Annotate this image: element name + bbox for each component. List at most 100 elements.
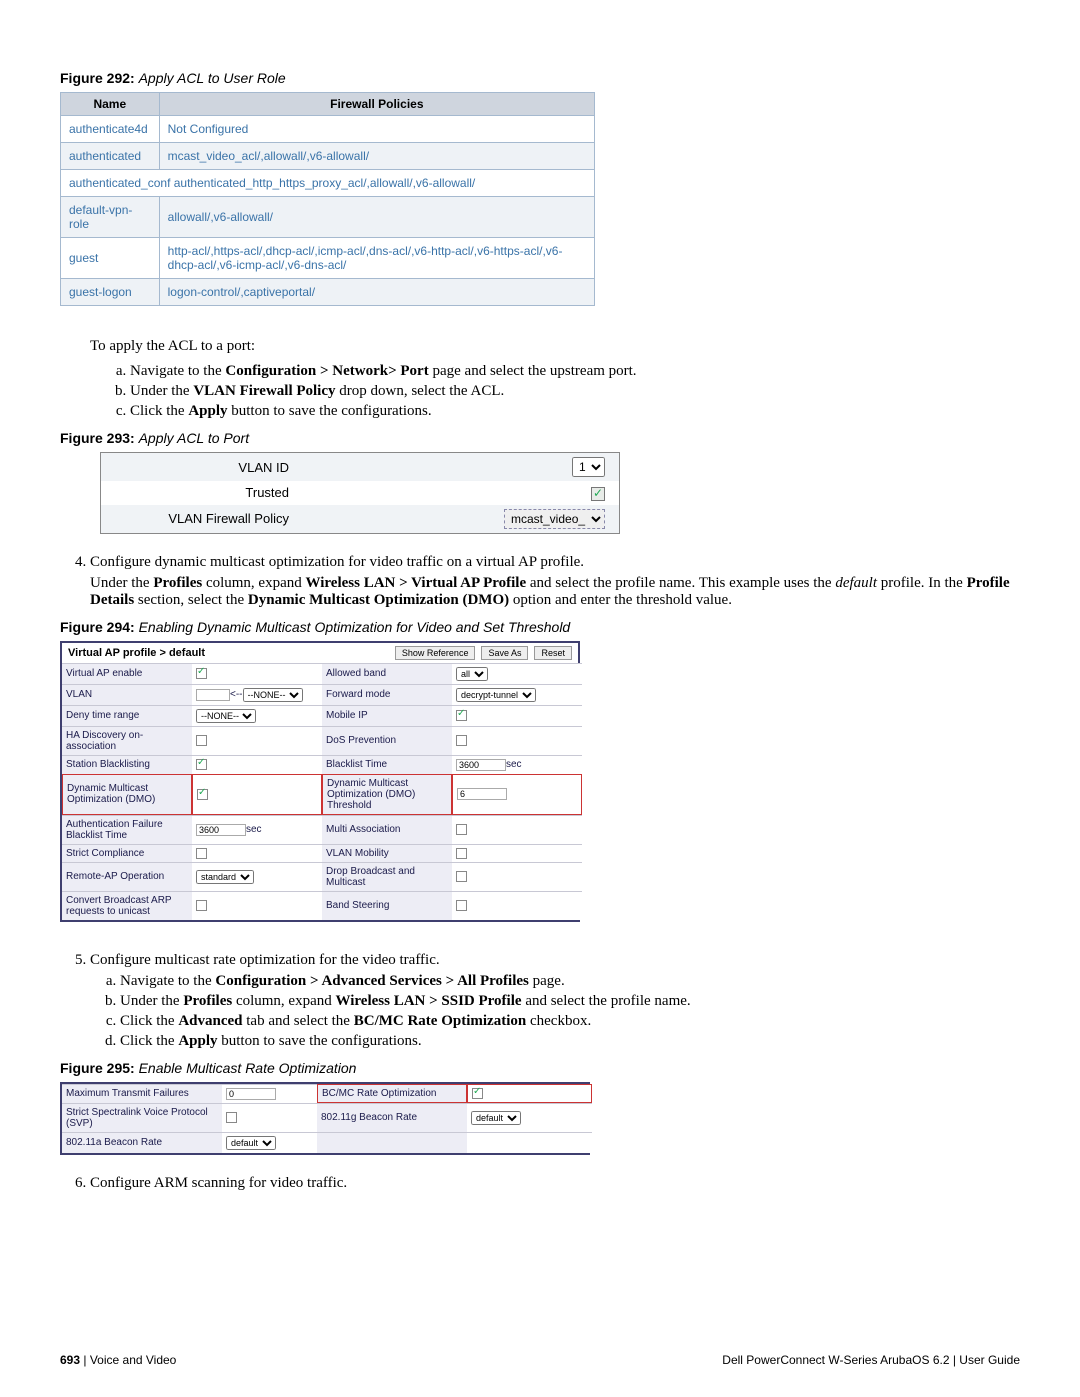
figure-295-caption: Figure 295: Enable Multicast Rate Optimi… xyxy=(60,1060,1020,1076)
ssid-profile-panel: Maximum Transmit FailuresBC/MC Rate Opti… xyxy=(60,1082,590,1155)
apply-acl-port-intro: To apply the ACL to a port: xyxy=(90,336,1020,357)
figure-294-caption: Figure 294: Enabling Dynamic Multicast O… xyxy=(60,619,1020,635)
ssid-value: default xyxy=(222,1132,317,1153)
reset-button[interactable]: Reset xyxy=(534,646,572,660)
role-policy: http-acl/,https-acl/,dhcp-acl/,icmp-acl/… xyxy=(159,238,594,279)
profile-label: Drop Broadcast and Multicast xyxy=(322,862,452,891)
figure-294-title: Enabling Dynamic Multicast Optimization … xyxy=(139,619,571,635)
role-policy: Not Configured xyxy=(159,116,594,143)
step-a: Navigate to the Configuration > Network>… xyxy=(130,363,1020,380)
table-row: authenticate4dNot Configured xyxy=(61,116,595,143)
step-5-list: Configure multicast rate optimization fo… xyxy=(72,952,1020,1050)
ssid-value xyxy=(467,1132,592,1153)
profile-value xyxy=(452,726,582,755)
table-row: default-vpn-roleallowall/,v6-allowall/ xyxy=(61,197,595,238)
table-row: guest-logonlogon-control/,captiveportal/ xyxy=(61,279,595,306)
trusted-label: Trusted xyxy=(109,485,309,500)
save-as-button[interactable]: Save As xyxy=(481,646,528,660)
profile-label: Blacklist Time xyxy=(322,755,452,774)
table-row: authenticated_conf authenticated_http_ht… xyxy=(61,170,595,197)
checkbox[interactable] xyxy=(456,871,467,882)
show-reference-button[interactable]: Show Reference xyxy=(395,646,476,660)
select[interactable]: standard xyxy=(196,870,254,884)
profile-value xyxy=(192,755,322,774)
checkbox[interactable] xyxy=(456,848,467,859)
trusted-checkbox[interactable] xyxy=(591,487,605,501)
ssid-value xyxy=(467,1084,592,1103)
role-name: default-vpn-role xyxy=(61,197,160,238)
input[interactable] xyxy=(457,788,507,800)
ssid-value xyxy=(222,1084,317,1103)
profile-value xyxy=(192,774,322,815)
profile-value xyxy=(452,862,582,891)
profile-value: sec xyxy=(452,755,582,774)
figure-292-number: Figure 292: xyxy=(60,70,135,86)
figure-293-title: Apply ACL to Port xyxy=(139,430,250,446)
checkbox[interactable] xyxy=(226,1112,237,1123)
vlan-select[interactable]: --NONE-- xyxy=(243,688,303,702)
role-policy: allowall/,v6-allowall/ xyxy=(159,197,594,238)
checkbox[interactable] xyxy=(196,900,207,911)
role-name: authenticate4d xyxy=(61,116,160,143)
profile-value xyxy=(192,891,322,920)
input[interactable] xyxy=(226,1088,276,1100)
user-role-table: Name Firewall Policies authenticate4dNot… xyxy=(60,92,595,306)
checkbox[interactable] xyxy=(456,824,467,835)
figure-294-number: Figure 294: xyxy=(60,619,135,635)
select[interactable]: --NONE-- xyxy=(196,709,256,723)
role-name: authenticated_conf authenticated_http_ht… xyxy=(61,170,595,197)
vlan-firewall-policy-select[interactable]: mcast_video_ xyxy=(504,509,605,529)
profile-value xyxy=(452,815,582,844)
col-name-header: Name xyxy=(61,93,160,116)
profile-value xyxy=(192,663,322,684)
vlan-firewall-policy-label: VLAN Firewall Policy xyxy=(109,511,309,526)
checkbox[interactable] xyxy=(196,668,207,679)
profile-label: Remote-AP Operation xyxy=(62,862,192,891)
select[interactable]: default xyxy=(226,1136,276,1150)
input[interactable] xyxy=(196,824,246,836)
profile-label: Multi Association xyxy=(322,815,452,844)
vlan-id-label: VLAN ID xyxy=(109,460,309,475)
checkbox[interactable] xyxy=(196,759,207,770)
profile-label: Deny time range xyxy=(62,705,192,726)
checkbox[interactable] xyxy=(196,735,207,746)
role-name: authenticated xyxy=(61,143,160,170)
figure-293-caption: Figure 293: Apply ACL to Port xyxy=(60,430,1020,446)
port-acl-form: VLAN ID 1 Trusted VLAN Firewall Policy m… xyxy=(100,452,620,534)
table-row: guesthttp-acl/,https-acl/,dhcp-acl/,icmp… xyxy=(61,238,595,279)
profile-value xyxy=(192,844,322,862)
vlan-input[interactable] xyxy=(196,689,230,701)
select[interactable]: default xyxy=(471,1111,521,1125)
checkbox[interactable] xyxy=(197,789,208,800)
checkbox[interactable] xyxy=(472,1088,483,1099)
ssid-value xyxy=(222,1103,317,1132)
profile-value: decrypt-tunnel xyxy=(452,684,582,705)
profile-label: Dynamic Multicast Optimization (DMO) Thr… xyxy=(322,774,452,815)
profile-value: <-- --NONE-- xyxy=(192,684,322,705)
profile-label: VLAN xyxy=(62,684,192,705)
page-footer: 693 | Voice and Video Dell PowerConnect … xyxy=(60,1353,1020,1367)
ssid-label: 802.11a Beacon Rate xyxy=(62,1132,222,1153)
profile-value: all xyxy=(452,663,582,684)
step-c: Click the Apply button to save the confi… xyxy=(130,403,1020,420)
profile-label: DoS Prevention xyxy=(322,726,452,755)
select[interactable]: decrypt-tunnel xyxy=(456,688,536,702)
input[interactable] xyxy=(456,759,506,771)
vap-profile-title: Virtual AP profile > default xyxy=(68,647,389,659)
profile-label: Allowed band xyxy=(322,663,452,684)
profile-label: Convert Broadcast ARP requests to unicas… xyxy=(62,891,192,920)
profile-label: Virtual AP enable xyxy=(62,663,192,684)
footer-section: Voice and Video xyxy=(90,1353,177,1367)
step-b: Under the VLAN Firewall Policy drop down… xyxy=(130,383,1020,400)
checkbox[interactable] xyxy=(456,710,467,721)
vlan-id-select[interactable]: 1 xyxy=(572,457,605,477)
checkbox[interactable] xyxy=(456,900,467,911)
checkbox[interactable] xyxy=(196,848,207,859)
figure-295-number: Figure 295: xyxy=(60,1060,135,1076)
profile-value: standard xyxy=(192,862,322,891)
step-6: Configure ARM scanning for video traffic… xyxy=(90,1175,1020,1192)
ssid-label: Maximum Transmit Failures xyxy=(62,1084,222,1103)
checkbox[interactable] xyxy=(456,735,467,746)
select[interactable]: all xyxy=(456,667,488,681)
role-policy: logon-control/,captiveportal/ xyxy=(159,279,594,306)
